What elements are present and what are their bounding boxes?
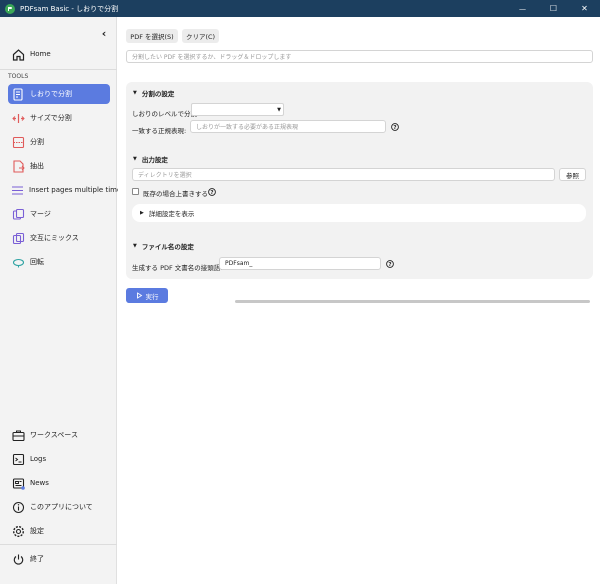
sidebar-item-home[interactable]: Home [8,44,110,64]
sidebar-item-label: Insert pages multiple times [29,186,125,194]
sidebar-item-label: サイズで分割 [30,114,72,122]
output-dir-input[interactable]: ディレクトリを選択 [132,168,555,181]
sidebar-item-label: Logs [30,455,47,463]
regex-input[interactable]: しおりが一致する必要がある正規表現 [190,120,386,133]
home-icon [11,47,25,61]
sidebar-item-label: このアプリについて [30,503,93,511]
title-bar: PDFsam Basic - しおりで分割 — ☐ ✕ [0,0,600,17]
prefix-label: 生成する PDF 文書名の接頭語: [132,264,223,272]
news-icon [11,476,25,490]
sidebar-item-about[interactable]: このアプリについて [8,497,110,517]
filename-settings-header[interactable]: ▼ ファイル名の設定 [133,241,194,251]
info-icon [11,500,25,514]
advanced-settings-label: 詳細設定を表示 [148,210,195,218]
level-select[interactable]: ▼ [191,103,284,116]
run-button[interactable]: 実行 [126,288,168,303]
sidebar: ‹ Home TOOLS しおりで分割 サイズで分割 分割 抽出 Insert … [0,17,125,584]
rotate-icon [11,255,25,269]
filename-settings-title: ファイル名の設定 [141,243,194,251]
sidebar-item-merge[interactable]: マージ [8,204,110,224]
chevron-left-icon: ‹ [101,26,107,40]
divider [0,544,117,545]
minimize-button[interactable]: — [507,0,538,17]
filename-settings-panel: ▼ ファイル名の設定 生成する PDF 文書名の接頭語: PDFsam_ ? [126,235,593,279]
expand-triangle-icon: ▼ [133,243,137,249]
output-settings-panel: ▼ 出力設定 ディレクトリを選択 参照 既存の場合上書きする ? ▶ 詳細設定を… [126,148,593,246]
size-split-icon [11,111,25,125]
sidebar-item-logs[interactable]: Logs [8,449,110,469]
sidebar-item-label: ワークスペース [30,431,78,439]
sidebar-item-insert-pages[interactable]: Insert pages multiple times [8,180,125,200]
sidebar-item-label: 交互にミックス [30,234,79,242]
alternate-mix-icon [11,231,25,245]
briefcase-icon [11,428,25,442]
bookmark-split-icon [11,87,25,101]
split-settings-header[interactable]: ▼ 分割の設定 [133,88,174,98]
help-icon[interactable]: ? [391,123,399,131]
insert-pages-icon [11,183,24,197]
sidebar-item-bookmark-split[interactable]: しおりで分割 [8,84,110,104]
sidebar-item-alternate-mix[interactable]: 交互にミックス [8,228,110,248]
overwrite-checkbox[interactable] [132,188,139,195]
expand-triangle-icon: ▼ [133,156,137,162]
tools-header: TOOLS [8,73,29,80]
app-logo-icon [5,3,15,14]
close-button[interactable]: ✕ [569,0,600,17]
main-content: PDF を選択(S) クリア(C) 分割したい PDF を選択するか、ドラッグ＆… [118,17,600,584]
expand-triangle-icon: ▼ [133,90,137,96]
merge-icon [11,207,25,221]
power-icon [11,552,25,566]
select-pdf-button[interactable]: PDF を選択(S) [126,29,178,43]
sidebar-item-extract[interactable]: 抽出 [8,156,110,176]
gear-icon [11,524,25,538]
sidebar-item-workspace[interactable]: ワークスペース [8,425,110,445]
divider [0,69,117,70]
split-settings-title: 分割の設定 [141,90,175,98]
run-label: 実行 [145,292,159,301]
sidebar-item-label: 設定 [30,527,44,535]
extract-icon [11,159,25,173]
maximize-button[interactable]: ☐ [538,0,569,17]
clear-button[interactable]: クリア(C) [182,29,219,43]
pdf-drop-field[interactable]: 分割したい PDF を選択するか、ドラッグ＆ドロップします [126,50,593,63]
output-settings-header[interactable]: ▼ 出力設定 [133,154,168,164]
overwrite-label: 既存の場合上書きする [143,190,208,198]
help-icon[interactable]: ? [208,188,216,196]
output-settings-title: 出力設定 [141,156,168,164]
svg-text:?: ? [210,190,213,196]
sidebar-item-exit[interactable]: 終了 [8,549,110,569]
sidebar-item-label: 分割 [30,138,44,146]
window-title: PDFsam Basic - しおりで分割 [20,4,119,13]
advanced-settings-toggle[interactable]: ▶ 詳細設定を表示 [132,204,586,222]
sidebar-item-split[interactable]: 分割 [8,132,110,152]
help-icon[interactable]: ? [386,260,394,268]
sidebar-item-label: 終了 [30,555,44,563]
regex-label: 一致する正規表現: [132,127,187,135]
prefix-input[interactable]: PDFsam_ [219,257,381,270]
collapse-sidebar-button[interactable]: ‹ [99,26,109,40]
sidebar-item-label: Home [30,50,51,58]
sidebar-item-label: News [30,479,49,487]
svg-text:?: ? [393,125,396,131]
sidebar-item-label: しおりで分割 [30,90,72,98]
sidebar-item-rotate[interactable]: 回転 [8,252,110,272]
sidebar-item-settings[interactable]: 設定 [8,521,110,541]
split-settings-panel: ▼ 分割の設定 しおりのレベルで分割: ▼ 一致する正規表現: しおりが一致する… [126,82,593,157]
level-label: しおりのレベルで分割: [132,110,200,118]
split-icon [11,135,25,149]
sidebar-item-label: 抽出 [30,162,44,170]
play-icon [136,292,142,299]
sidebar-item-news[interactable]: News [8,473,110,493]
logs-icon [11,452,25,466]
browse-button[interactable]: 参照 [559,168,586,181]
progress-bar [235,300,590,303]
svg-text:?: ? [388,262,391,268]
sidebar-item-label: マージ [30,210,51,218]
dropdown-arrow-icon: ▼ [277,107,281,113]
sidebar-item-size-split[interactable]: サイズで分割 [8,108,110,128]
sidebar-item-label: 回転 [30,258,44,266]
collapsed-triangle-icon: ▶ [140,210,144,216]
